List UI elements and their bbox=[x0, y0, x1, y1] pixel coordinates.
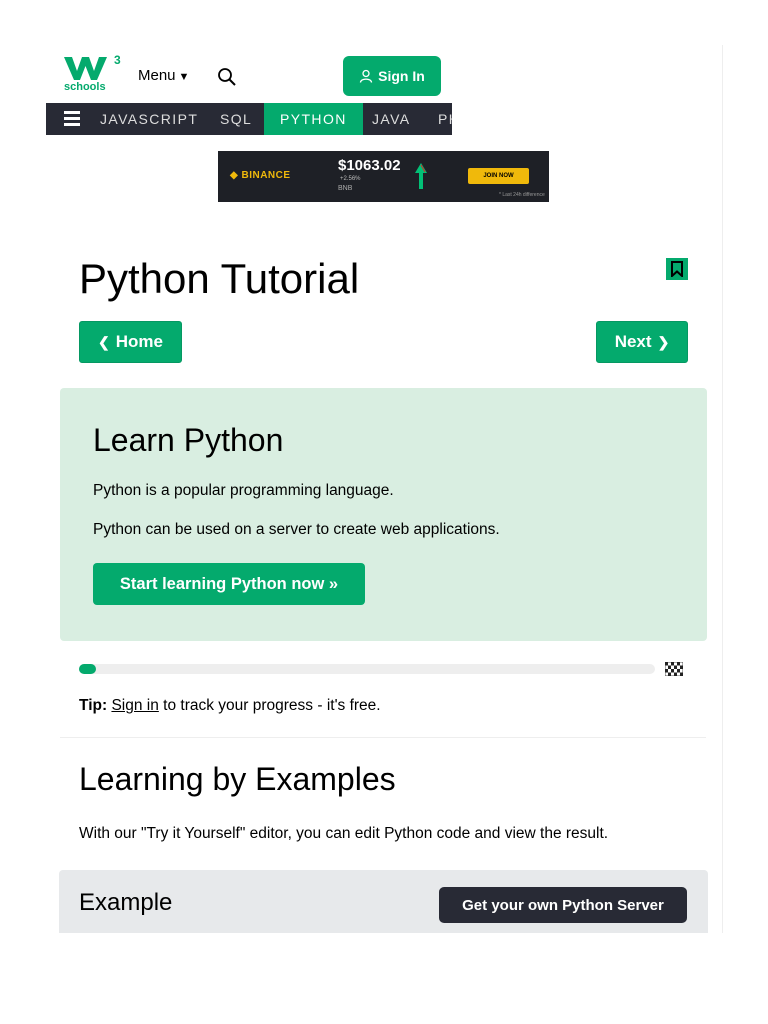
advertisement-banner[interactable]: ◆ BINANCE $1063.02 +2.56% BNB JOIN NOW *… bbox=[218, 151, 549, 202]
caret-down-icon: ▼ bbox=[178, 71, 190, 83]
next-button[interactable]: Next ❯ bbox=[596, 321, 688, 363]
w3schools-logo[interactable]: 3 schools bbox=[64, 53, 121, 95]
chevron-right-icon: ❯ bbox=[657, 333, 670, 350]
ad-brand: ◆ BINANCE bbox=[230, 170, 291, 181]
home-button[interactable]: ❮ Home bbox=[79, 321, 182, 363]
ad-coin: BNB bbox=[338, 185, 353, 192]
learn-python-panel: Learn Python Python is a popular program… bbox=[60, 388, 707, 641]
sign-in-label: Sign In bbox=[378, 68, 425, 84]
logo-superscript: 3 bbox=[114, 53, 121, 67]
start-learning-button[interactable]: Start learning Python now » bbox=[93, 563, 365, 605]
examples-intro: With our "Try it Yourself" editor, you c… bbox=[79, 825, 609, 842]
hamburger-menu-icon[interactable] bbox=[64, 111, 80, 126]
page-title: Python Tutorial bbox=[79, 255, 360, 302]
tip-sign-in-link[interactable]: Sign in bbox=[111, 697, 158, 714]
topic-navbar: JAVASCRIPT SQL PYTHON JAVA PHP bbox=[46, 103, 452, 135]
ad-price: $1063.02 bbox=[338, 157, 401, 174]
nav-item-python[interactable]: PYTHON bbox=[264, 103, 363, 135]
divider bbox=[60, 737, 706, 738]
w3-logo-icon bbox=[64, 57, 107, 80]
logo-text: schools bbox=[64, 81, 106, 93]
hero-line-1: Python is a popular programming language… bbox=[93, 482, 394, 499]
sign-in-button[interactable]: Sign In bbox=[343, 56, 441, 96]
get-python-server-button[interactable]: Get your own Python Server bbox=[439, 887, 687, 923]
tip-text: Tip: Sign in to track your progress - it… bbox=[79, 697, 381, 715]
ad-footnote: * Last 24h difference bbox=[499, 192, 545, 198]
example-box: Example Get your own Python Server bbox=[59, 870, 708, 933]
search-icon[interactable] bbox=[217, 67, 237, 87]
ad-change: +2.56% bbox=[340, 176, 361, 182]
user-icon bbox=[360, 69, 373, 83]
page: 3 schools Menu ▼ Sign In JAVASCRIPT SQL P… bbox=[46, 45, 723, 933]
chevron-left-icon: ❮ bbox=[98, 333, 110, 350]
progress-fill bbox=[79, 664, 97, 674]
finish-flag-icon bbox=[665, 662, 683, 676]
next-label: Next bbox=[614, 332, 652, 351]
examples-heading: Learning by Examples bbox=[79, 761, 396, 797]
menu-button[interactable]: Menu ▼ bbox=[138, 67, 189, 84]
menu-label: Menu bbox=[138, 67, 176, 84]
hero-line-2: Python can be used on a server to create… bbox=[93, 521, 500, 538]
tip-rest: to track your progress - it's free. bbox=[158, 697, 381, 714]
ad-join-button[interactable]: JOIN NOW bbox=[468, 168, 529, 184]
bookmark-icon[interactable] bbox=[666, 258, 688, 280]
nav-item-php[interactable]: PHP bbox=[422, 103, 452, 135]
up-arrow-icon bbox=[415, 163, 427, 189]
nav-item-java[interactable]: JAVA bbox=[356, 103, 427, 135]
home-label: Home bbox=[115, 332, 163, 351]
hero-heading: Learn Python bbox=[93, 422, 284, 458]
nav-item-javascript[interactable]: JAVASCRIPT bbox=[84, 103, 214, 135]
example-label: Example bbox=[79, 889, 173, 916]
nav-item-sql[interactable]: SQL bbox=[204, 103, 268, 135]
tip-label: Tip: bbox=[79, 697, 108, 714]
progress-bar[interactable] bbox=[79, 664, 655, 674]
